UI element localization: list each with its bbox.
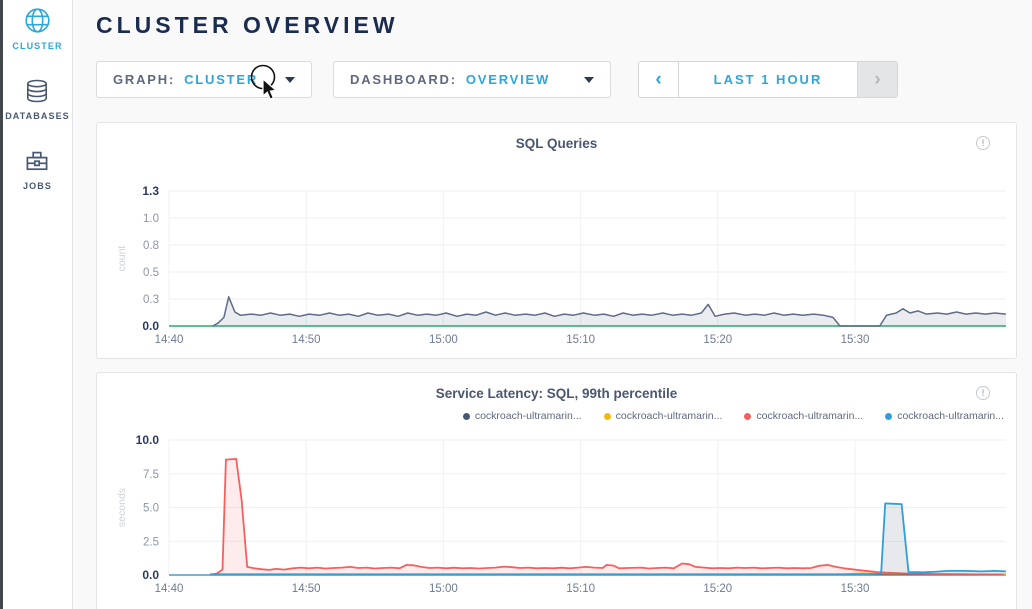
legend-item[interactable]: cockroach-ultramarin... [604,410,723,422]
next-time-button[interactable]: › [857,62,897,97]
chevron-left-icon: ‹ [655,69,661,91]
prev-time-button[interactable]: ‹ [639,62,679,97]
legend-item[interactable]: cockroach-ultramarin... [463,410,582,422]
svg-text:0.0: 0.0 [142,568,159,582]
svg-text:1.3: 1.3 [142,184,159,198]
chart-card-sql-queries: SQL Queries ! 0.0 0.3 0.5 0.8 1.0 1.3 14:40 14:… [96,122,1017,359]
svg-text:seconds: seconds [116,488,128,527]
chevron-down-icon [584,77,594,83]
chevron-right-icon: › [874,69,880,91]
dashboard-dropdown[interactable]: DASHBOARD: OVERVIEW [333,61,611,98]
svg-text:1.0: 1.0 [143,213,159,225]
svg-text:15:30: 15:30 [841,334,870,346]
svg-text:15:20: 15:20 [703,583,732,595]
sql-queries-chart-canvas[interactable]: 0.0 0.3 0.5 0.8 1.0 1.3 14:40 14:50 15:00 15:10 15… [97,123,1016,358]
graph-dropdown-value: CLUSTER [184,72,258,87]
svg-text:14:40: 14:40 [155,334,184,346]
sidebar: CLUSTER DATABASES [0,0,73,609]
svg-text:14:40: 14:40 [155,583,184,595]
service-latency-chart-canvas[interactable]: 0.0 2.5 5.0 7.5 10.0 14:40 14:50 15:00 15:10 15:2… [97,373,1016,609]
svg-text:0.8: 0.8 [143,240,159,252]
svg-text:15:00: 15:00 [429,583,458,595]
graph-dropdown[interactable]: GRAPH: CLUSTER [96,61,312,98]
legend-item[interactable]: cockroach-ultramarin... [744,410,863,422]
sidebar-item-label: JOBS [23,181,52,191]
dashboard-dropdown-value: OVERVIEW [466,72,550,87]
chart-legend: cockroach-ultramarin... cockroach-ultrama… [97,410,1016,422]
info-icon[interactable]: ! [976,386,990,400]
legend-label: cockroach-ultramarin... [756,410,863,422]
time-window-nav: ‹ LAST 1 HOUR › [638,61,898,98]
svg-text:7.5: 7.5 [143,469,159,481]
svg-text:14:50: 14:50 [292,583,321,595]
svg-text:0.5: 0.5 [143,267,159,279]
chart-card-service-latency: Service Latency: SQL, 99th percentile ! … [96,372,1017,609]
controls-bar: GRAPH: CLUSTER DASHBOARD: OVERVIEW ‹ LAS… [96,61,1017,98]
legend-label: cockroach-ultramarin... [475,410,582,422]
app-window: CLUSTER DATABASES [0,0,1032,609]
legend-label: cockroach-ultramarin... [897,410,1004,422]
svg-text:10.0: 10.0 [136,433,160,447]
time-window-label[interactable]: LAST 1 HOUR [679,62,857,97]
legend-dot-icon [744,413,751,420]
legend-dot-icon [604,413,611,420]
main-content: CLUSTER OVERVIEW GRAPH: CLUSTER DASHBOAR… [73,0,1032,609]
legend-dot-icon [463,413,470,420]
graph-dropdown-label: GRAPH: [113,72,175,87]
databases-icon [24,78,50,104]
svg-text:15:00: 15:00 [429,334,458,346]
legend-dot-icon [885,413,892,420]
chart-title: Service Latency: SQL, 99th percentile [97,373,1016,401]
svg-text:0.3: 0.3 [143,294,159,306]
sidebar-item-label: DATABASES [5,111,70,121]
svg-text:15:30: 15:30 [841,583,870,595]
sidebar-item-label: CLUSTER [12,41,62,51]
svg-text:2.5: 2.5 [143,536,159,548]
legend-item[interactable]: cockroach-ultramarin... [885,410,1004,422]
legend-label: cockroach-ultramarin... [616,410,723,422]
sidebar-item-jobs[interactable]: JOBS [23,148,52,191]
chart-title: SQL Queries [97,123,1016,151]
briefcase-icon [24,148,50,174]
dashboard-dropdown-label: DASHBOARD: [350,72,457,87]
svg-text:15:10: 15:10 [566,583,595,595]
svg-text:0.0: 0.0 [142,319,159,333]
chevron-down-icon [285,77,295,83]
info-icon[interactable]: ! [976,136,990,150]
svg-text:15:10: 15:10 [566,334,595,346]
sidebar-item-databases[interactable]: DATABASES [5,78,70,121]
svg-text:15:20: 15:20 [703,334,732,346]
page-title: CLUSTER OVERVIEW [96,12,1017,39]
svg-text:count: count [116,246,128,272]
sidebar-item-cluster[interactable]: CLUSTER [12,7,62,51]
globe-icon [24,7,51,34]
svg-text:14:50: 14:50 [292,334,321,346]
svg-text:5.0: 5.0 [143,503,159,515]
